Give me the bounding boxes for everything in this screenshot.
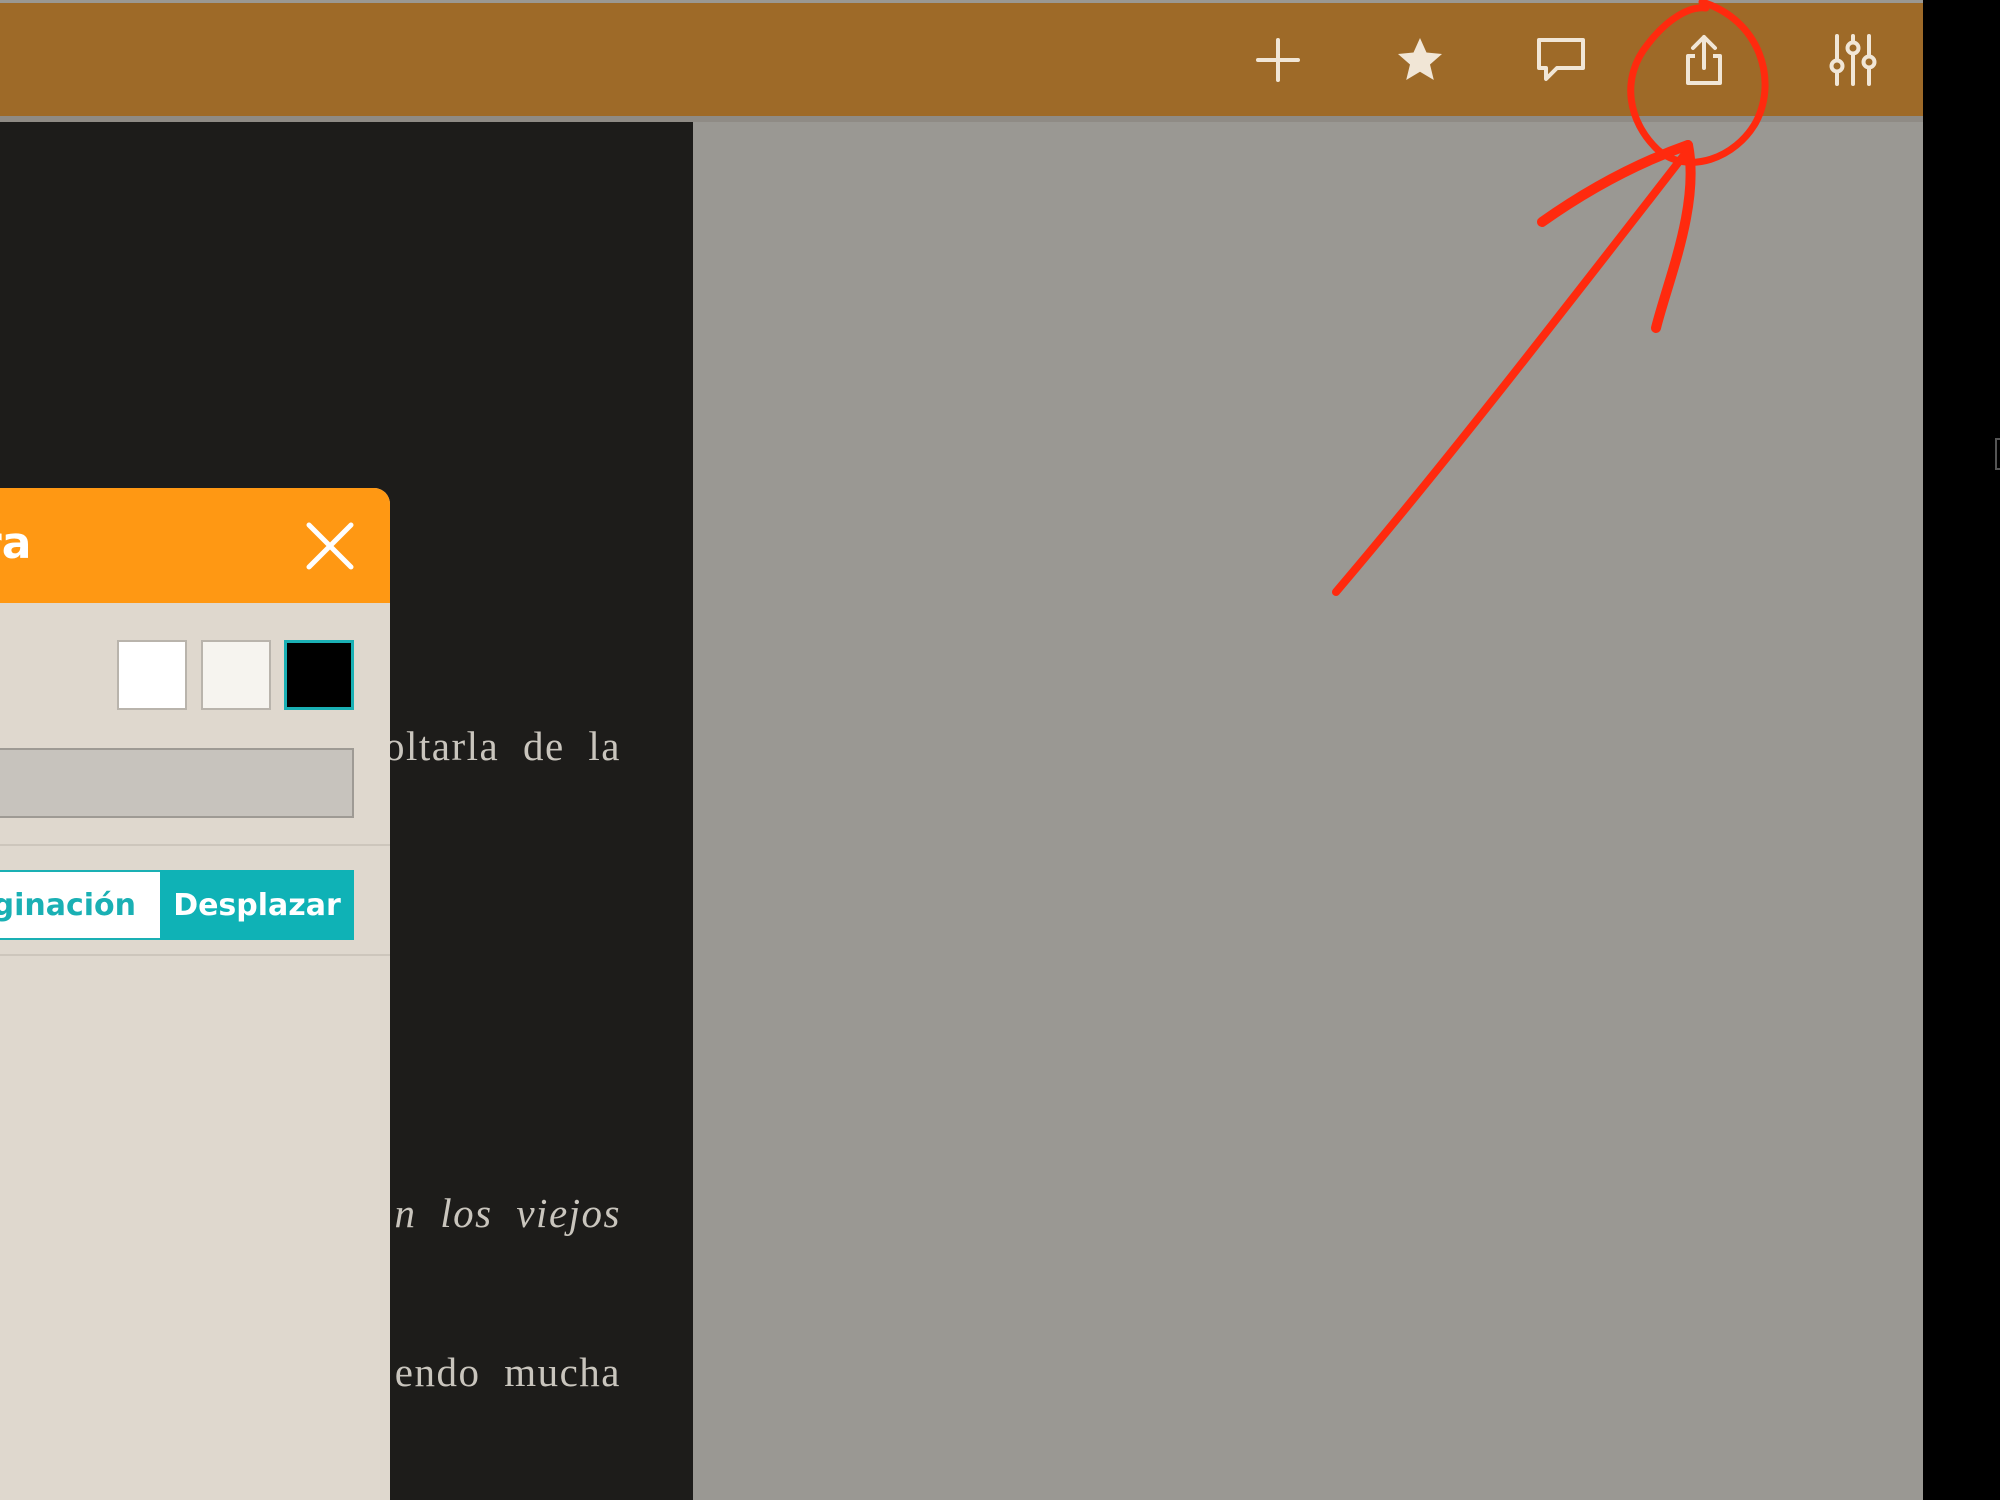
comment-button[interactable] [1526, 25, 1596, 95]
reader-app: oltarla de la n los viejos endo mucha ra… [0, 0, 1923, 1500]
top-toolbar [0, 3, 1923, 122]
share-button[interactable] [1669, 25, 1739, 95]
divider [0, 844, 390, 846]
setting-slider-track[interactable] [0, 748, 354, 818]
close-icon [306, 522, 354, 570]
plus-icon [1256, 38, 1300, 82]
book-text-line: n los viejos [394, 1190, 621, 1236]
pagination-mode-button[interactable]: aginación [0, 870, 162, 940]
star-icon [1398, 38, 1442, 80]
bookmark-button[interactable] [1385, 25, 1455, 95]
settings-sliders-button[interactable] [1818, 25, 1888, 95]
sliders-icon [1829, 34, 1877, 86]
book-text-line: oltarla de la [383, 723, 621, 769]
divider [0, 954, 390, 956]
reading-settings-panel: ra aginación Desplazar [0, 488, 390, 1500]
theme-swatch-black[interactable] [284, 640, 354, 710]
screenshot-viewport: oltarla de la n los viejos endo mucha ra… [0, 0, 2000, 1500]
panel-title: ra [0, 518, 32, 569]
side-pane [693, 122, 1923, 1500]
share-icon [1686, 35, 1722, 85]
edge-marker [1995, 438, 2000, 470]
add-button[interactable] [1243, 25, 1313, 95]
theme-swatch-white[interactable] [117, 640, 187, 710]
scroll-mode-button[interactable]: Desplazar [160, 870, 354, 940]
comment-icon [1537, 38, 1585, 81]
book-text-line: endo mucha [394, 1349, 621, 1395]
theme-swatch-cream[interactable] [201, 640, 271, 710]
panel-header: ra [0, 488, 390, 603]
close-button[interactable] [298, 514, 362, 578]
